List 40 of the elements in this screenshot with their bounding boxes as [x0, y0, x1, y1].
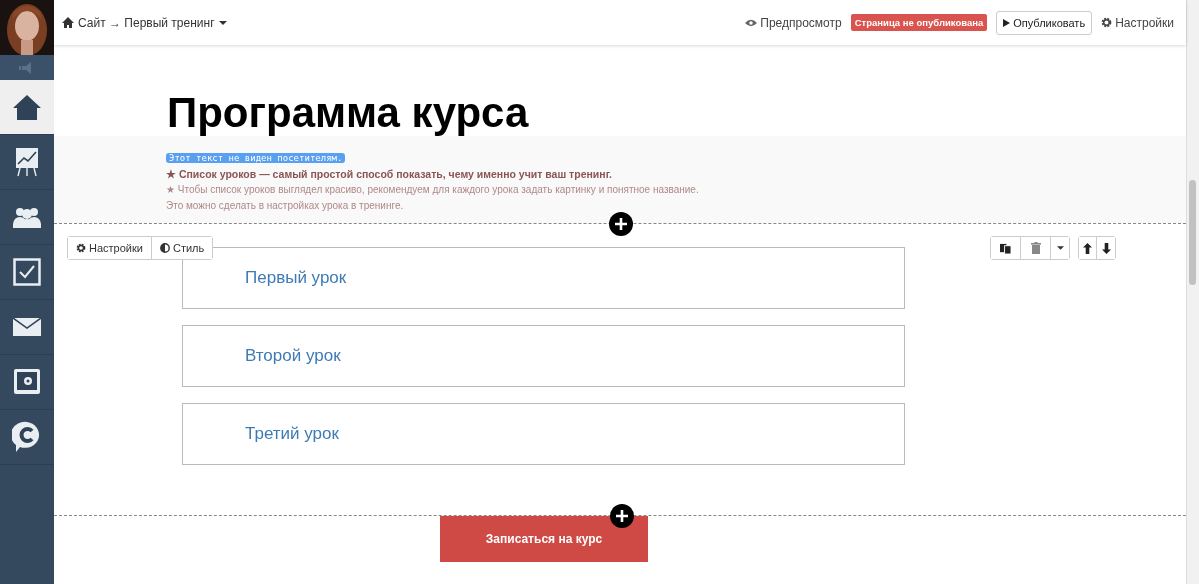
hint-text: ★ Чтобы список уроков выглядел красиво, рекомендуем для каждого урока задать картинку и понятное название.	[166, 183, 700, 197]
safe-icon	[13, 368, 41, 396]
status-badge: Страница не опубликована	[850, 14, 988, 31]
publish-button[interactable]: Опубликовать	[996, 10, 1093, 35]
preview-link[interactable]: Предпросмотр	[745, 15, 842, 30]
block-settings-button[interactable]: Настройки	[68, 237, 152, 259]
home-icon	[13, 94, 41, 120]
add-block-icon[interactable]	[610, 504, 634, 528]
users-icon	[12, 206, 42, 228]
caret-icon	[218, 20, 227, 25]
contrast-icon	[159, 243, 170, 253]
copy-button[interactable]	[991, 237, 1021, 259]
copy-icon	[1000, 242, 1011, 254]
chat-logo-icon	[12, 421, 42, 453]
trash-icon	[1030, 242, 1041, 254]
caret-icon	[1056, 246, 1064, 250]
lesson-card[interactable]: Второй урок	[182, 325, 905, 387]
home-icon	[62, 17, 74, 28]
chart-board-icon	[15, 147, 39, 177]
hidden-note: Этот текст не виден посетителям.	[166, 153, 346, 163]
scrollbar[interactable]	[1186, 0, 1199, 584]
mail-icon	[13, 318, 41, 336]
enroll-button[interactable]: Записаться на курс	[440, 516, 648, 562]
arrow-down-icon	[1101, 242, 1111, 254]
play-icon	[1003, 18, 1011, 27]
settings-link[interactable]: Настройки	[1101, 15, 1174, 30]
hint-lead: ★ Список уроков — самый простой способ показать, чему именно учит ваш тренинг.	[166, 166, 613, 182]
breadcrumb-menu[interactable]: Сайт → Первый тренинг	[62, 15, 227, 30]
add-block-icon[interactable]	[609, 212, 633, 236]
gear-icon	[76, 243, 86, 253]
sidebar-item[interactable]	[0, 80, 54, 135]
avatar	[0, 0, 54, 55]
checkbox-icon	[13, 258, 41, 286]
page-title: Программа курса	[167, 89, 530, 136]
eye-icon	[745, 18, 758, 27]
arrow-up-icon	[1083, 242, 1092, 254]
gear-icon	[1101, 17, 1113, 28]
move-up-button[interactable]	[1079, 237, 1097, 259]
lesson-card[interactable]: Третий урок	[182, 403, 905, 465]
hint-text: Это можно сделать в настройках урока в тренинге.	[166, 198, 405, 213]
